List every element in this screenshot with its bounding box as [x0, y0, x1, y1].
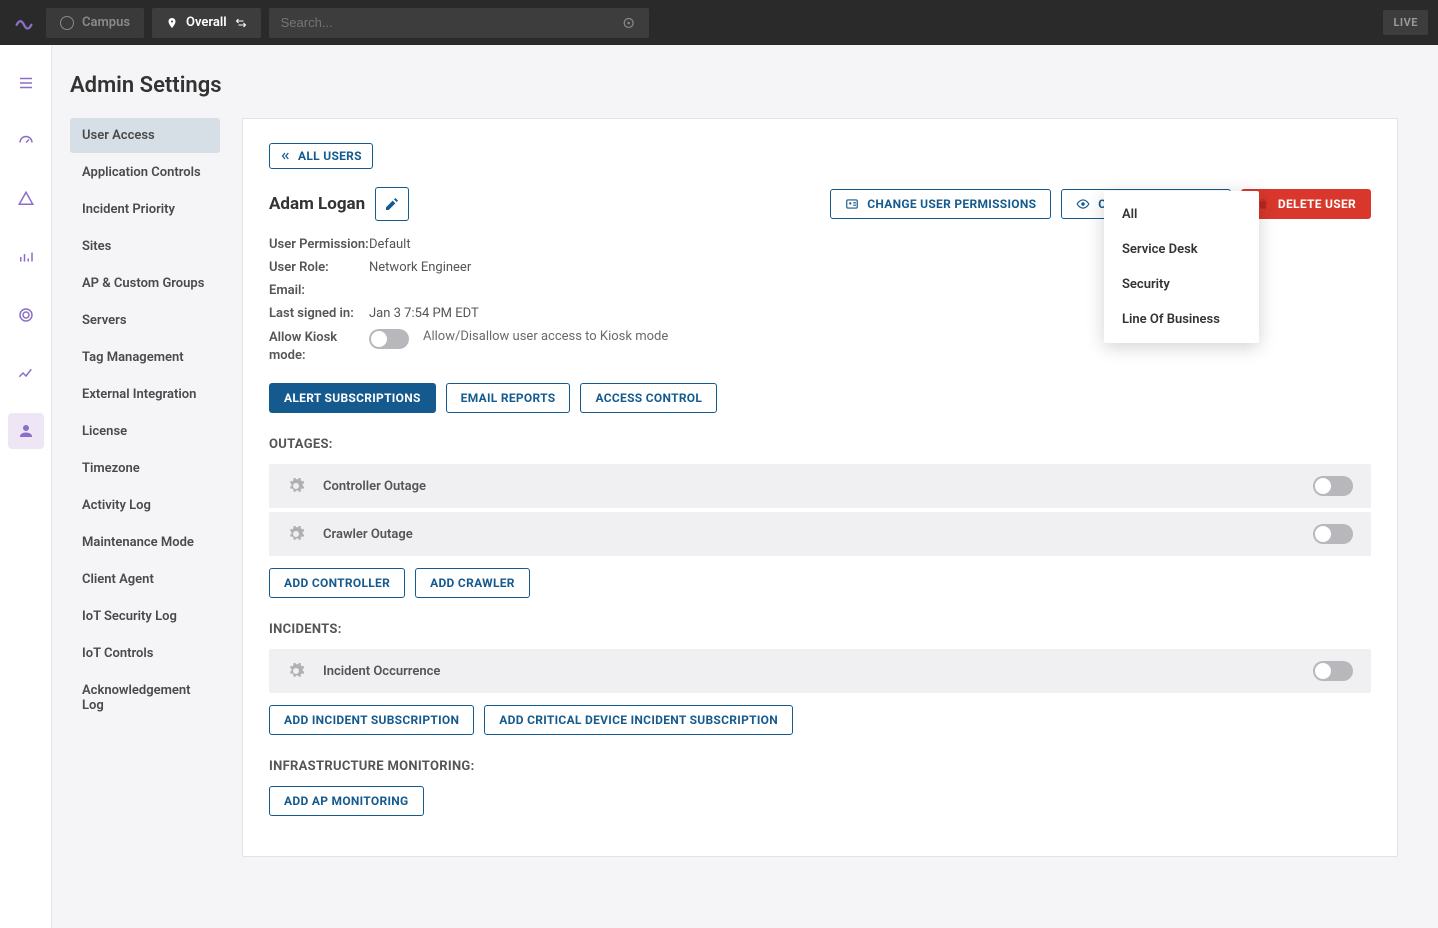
gear-icon[interactable] — [287, 525, 305, 543]
rail-menu[interactable] — [8, 65, 44, 101]
kiosk-desc: Allow/Disallow user access to Kiosk mode — [423, 329, 668, 344]
sidemenu-item-iot-security-log[interactable]: IoT Security Log — [70, 599, 220, 634]
search-target-icon[interactable] — [621, 15, 636, 31]
subscription-toggle[interactable] — [1313, 524, 1353, 544]
subscription-row: Incident Occurrence — [269, 649, 1371, 693]
rail-trend[interactable] — [8, 355, 44, 391]
settings-sidemenu: User AccessApplication ControlsIncident … — [70, 118, 220, 725]
sidemenu-item-application-controls[interactable]: Application Controls — [70, 155, 220, 190]
all-users-button[interactable]: ALL USERS — [269, 143, 373, 169]
sidemenu-item-external-integration[interactable]: External Integration — [70, 377, 220, 412]
subscription-row: Controller Outage — [269, 464, 1371, 508]
search-input[interactable] — [281, 15, 622, 30]
kiosk-toggle[interactable] — [369, 329, 409, 349]
add-ap-monitoring-button[interactable]: ADD AP MONITORING — [269, 786, 424, 816]
outages-heading: OUTAGES: — [269, 437, 1371, 452]
user-name: Adam Logan — [269, 194, 365, 214]
delete-user-label: DELETE USER — [1278, 197, 1356, 211]
pin-icon — [166, 17, 178, 29]
sidemenu-item-sites[interactable]: Sites — [70, 229, 220, 264]
gear-icon[interactable] — [287, 477, 305, 495]
role-value: Network Engineer — [369, 260, 471, 275]
gear-icon[interactable] — [287, 662, 305, 680]
sidemenu-item-user-access[interactable]: User Access — [70, 118, 220, 153]
id-card-icon — [845, 197, 859, 211]
tab-email-reports[interactable]: EMAIL REPORTS — [446, 383, 571, 413]
rail-admin[interactable] — [8, 413, 44, 449]
signedin-value: Jan 3 7:54 PM EDT — [369, 306, 479, 321]
page-title: Admin Settings — [70, 73, 1398, 98]
eye-icon — [1076, 197, 1090, 211]
kiosk-label: Allow Kiosk mode: — [269, 329, 355, 365]
live-badge[interactable]: LIVE — [1383, 10, 1428, 35]
rail-radar[interactable] — [8, 297, 44, 333]
delete-user-button[interactable]: DELETE USER — [1241, 189, 1371, 219]
topbar: Campus Overall LIVE — [0, 0, 1438, 45]
campus-chip[interactable]: Campus — [46, 8, 144, 38]
role-option-line-of-business[interactable]: Line Of Business — [1104, 302, 1259, 337]
add-critical-button[interactable]: ADD CRITICAL DEVICE INCIDENT SUBSCRIPTIO… — [484, 705, 793, 735]
infra-heading: INFRASTRUCTURE MONITORING: — [269, 759, 1371, 774]
rail-alerts[interactable] — [8, 181, 44, 217]
incidents-heading: INCIDENTS: — [269, 622, 1371, 637]
sidemenu-item-client-agent[interactable]: Client Agent — [70, 562, 220, 597]
rail-analytics[interactable] — [8, 239, 44, 275]
add-incident-button[interactable]: ADD INCIDENT SUBSCRIPTION — [269, 705, 474, 735]
edit-user-button[interactable] — [375, 187, 409, 221]
role-option-security[interactable]: Security — [1104, 267, 1259, 302]
globe-icon — [60, 16, 74, 30]
change-permissions-label: CHANGE USER PERMISSIONS — [867, 197, 1036, 211]
sidemenu-item-activity-log[interactable]: Activity Log — [70, 488, 220, 523]
email-label: Email: — [269, 283, 369, 298]
sidemenu-item-license[interactable]: License — [70, 414, 220, 449]
change-permissions-button[interactable]: CHANGE USER PERMISSIONS — [830, 189, 1051, 219]
subscription-label: Incident Occurrence — [323, 664, 440, 679]
subscription-label: Crawler Outage — [323, 527, 413, 542]
search-box[interactable] — [269, 8, 649, 38]
role-option-service-desk[interactable]: Service Desk — [1104, 232, 1259, 267]
add-crawler-button[interactable]: ADD CRAWLER — [415, 568, 530, 598]
tab-access-control[interactable]: ACCESS CONTROL — [580, 383, 717, 413]
sidemenu-item-maintenance-mode[interactable]: Maintenance Mode — [70, 525, 220, 560]
sidemenu-item-tag-management[interactable]: Tag Management — [70, 340, 220, 375]
all-users-label: ALL USERS — [298, 149, 362, 163]
role-option-all[interactable]: All — [1104, 197, 1259, 232]
brand-logo — [10, 9, 38, 37]
rail-dashboard[interactable] — [8, 123, 44, 159]
sidemenu-item-ap-custom-groups[interactable]: AP & Custom Groups — [70, 266, 220, 301]
sidemenu-item-servers[interactable]: Servers — [70, 303, 220, 338]
permission-label: User Permission: — [269, 237, 369, 252]
pencil-icon — [384, 196, 400, 212]
tab-alert-subscriptions[interactable]: ALERT SUBSCRIPTIONS — [269, 383, 436, 413]
add-controller-button[interactable]: ADD CONTROLLER — [269, 568, 405, 598]
sidemenu-item-acknowledgement-log[interactable]: Acknowledgement Log — [70, 673, 220, 723]
subscription-label: Controller Outage — [323, 479, 426, 494]
swap-icon — [235, 17, 247, 29]
subscription-toggle[interactable] — [1313, 476, 1353, 496]
overall-chip[interactable]: Overall — [152, 8, 261, 38]
campus-label: Campus — [82, 15, 130, 30]
sidemenu-item-timezone[interactable]: Timezone — [70, 451, 220, 486]
role-label: User Role: — [269, 260, 369, 275]
chevrons-left-icon — [280, 151, 290, 161]
subscription-toggle[interactable] — [1313, 661, 1353, 681]
sidemenu-item-incident-priority[interactable]: Incident Priority — [70, 192, 220, 227]
signedin-label: Last signed in: — [269, 306, 369, 321]
permission-value: Default — [369, 237, 411, 252]
sidemenu-item-iot-controls[interactable]: IoT Controls — [70, 636, 220, 671]
nav-rail — [0, 45, 52, 928]
subscription-row: Crawler Outage — [269, 512, 1371, 556]
overall-label: Overall — [186, 15, 227, 30]
user-panel: ALL USERS Adam Logan CHANGE USER PERMISS… — [242, 118, 1398, 857]
role-dropdown: AllService DeskSecurityLine Of Business — [1104, 191, 1259, 343]
